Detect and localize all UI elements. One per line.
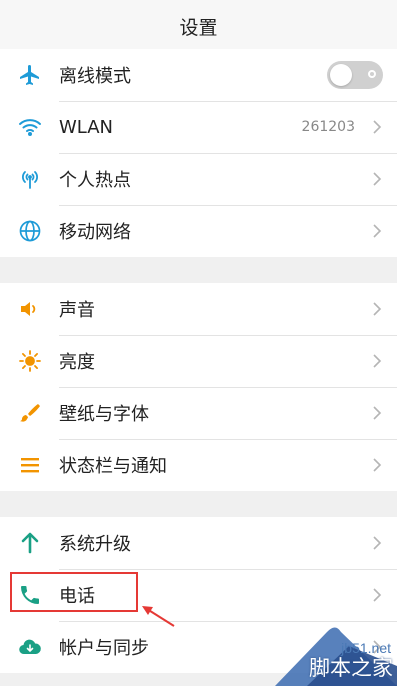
hotspot-label: 个人热点 bbox=[59, 170, 131, 191]
wlan-row[interactable]: WLAN 261203 bbox=[0, 101, 397, 153]
sound-label: 声音 bbox=[59, 300, 95, 321]
chevron-right-icon bbox=[370, 588, 384, 602]
toggle-off-indicator bbox=[368, 70, 376, 78]
cloud-sync-icon bbox=[17, 634, 43, 660]
airplane-mode-row[interactable]: 离线模式 bbox=[0, 49, 397, 101]
speaker-icon bbox=[17, 296, 43, 322]
sun-icon bbox=[17, 348, 43, 374]
system-update-row[interactable]: 系统升级 bbox=[0, 517, 397, 569]
statusbar-notification-label: 状态栏与通知 bbox=[59, 456, 167, 477]
mobile-network-row[interactable]: 移动网络 bbox=[0, 205, 397, 257]
account-sync-label: 帐户与同步 bbox=[59, 638, 149, 659]
airplane-icon bbox=[17, 62, 43, 88]
airplane-mode-label: 离线模式 bbox=[59, 66, 131, 87]
mobile-network-label: 移动网络 bbox=[59, 222, 131, 243]
brightness-label: 亮度 bbox=[59, 352, 95, 373]
settings-group-display: 声音 亮度 壁纸与字体 状态栏与通知 bbox=[0, 283, 397, 491]
page-header: 设置 bbox=[0, 0, 397, 53]
brightness-row[interactable]: 亮度 bbox=[0, 335, 397, 387]
hotspot-row[interactable]: 个人热点 bbox=[0, 153, 397, 205]
sound-row[interactable]: 声音 bbox=[0, 283, 397, 335]
chevron-right-icon bbox=[370, 172, 384, 186]
toggle-knob bbox=[330, 64, 352, 86]
page-title: 设置 bbox=[179, 16, 218, 39]
airplane-mode-toggle[interactable] bbox=[327, 61, 383, 89]
wallpaper-font-row[interactable]: 壁纸与字体 bbox=[0, 387, 397, 439]
annotation-arrow-icon bbox=[142, 606, 175, 627]
arrow-up-icon bbox=[17, 530, 43, 556]
chevron-right-icon bbox=[370, 406, 384, 420]
wifi-icon bbox=[17, 114, 43, 140]
watermark: jb51.net 脚本之家 bbox=[237, 622, 397, 686]
chevron-right-icon bbox=[370, 354, 384, 368]
settings-group-network: 离线模式 WLAN 261203 个人热点 移动网络 bbox=[0, 49, 397, 257]
chevron-right-icon bbox=[370, 224, 384, 238]
watermark-name: 脚本之家 bbox=[309, 656, 393, 680]
brush-icon bbox=[17, 400, 43, 426]
globe-icon bbox=[17, 218, 43, 244]
statusbar-notification-row[interactable]: 状态栏与通知 bbox=[0, 439, 397, 491]
wlan-label: WLAN bbox=[59, 116, 114, 138]
chevron-right-icon bbox=[370, 536, 384, 550]
wallpaper-font-label: 壁纸与字体 bbox=[59, 404, 149, 425]
system-update-label: 系统升级 bbox=[59, 534, 131, 555]
chevron-right-icon bbox=[370, 458, 384, 472]
phone-highlight-box bbox=[10, 572, 138, 612]
hotspot-icon bbox=[17, 166, 43, 192]
chevron-right-icon bbox=[370, 302, 384, 316]
list-icon bbox=[17, 452, 43, 478]
chevron-right-icon bbox=[370, 120, 384, 134]
wlan-network-name: 261203 bbox=[301, 119, 355, 135]
